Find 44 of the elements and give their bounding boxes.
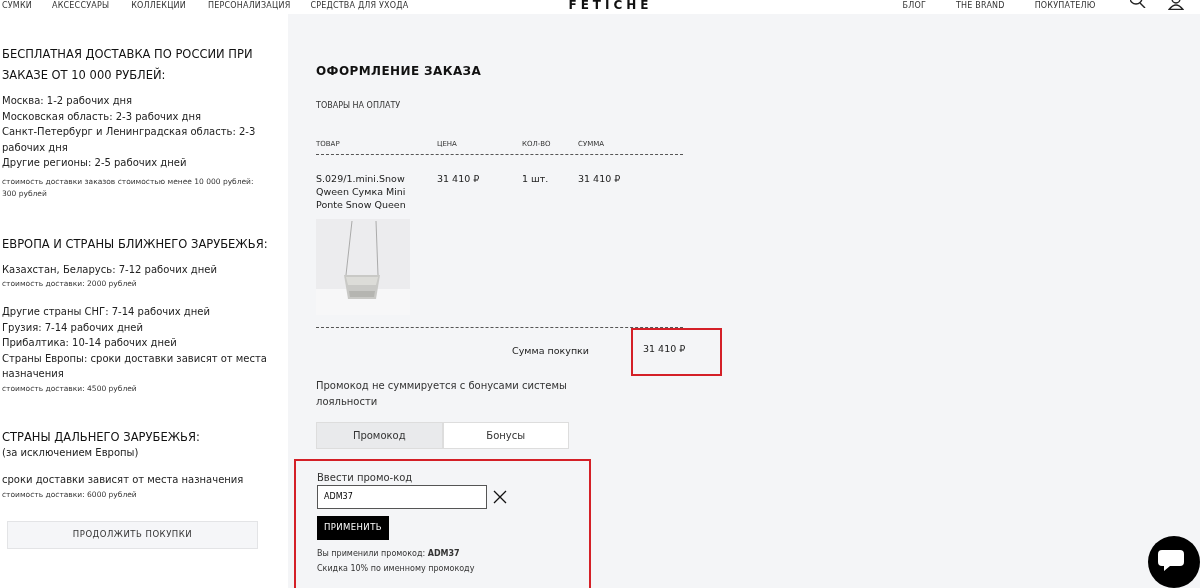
nav-link[interactable]: БЛОГ <box>902 1 926 11</box>
quantity-cell-text: 1 шт. <box>522 171 550 186</box>
tab[interactable]: Бонусы <box>442 421 569 449</box>
field-label: Ввести промо-код <box>317 470 414 485</box>
delivery-term: Казахстан, Беларусь: 7-12 рабочих дней <box>2 262 218 277</box>
discount-message: Скидка 10% по именному промокоду <box>317 562 476 575</box>
section-heading: СТРАНЫ ДАЛЬНЕГО ЗАРУБЕЖЬЯ: <box>2 428 201 446</box>
promo-code-field[interactable]: ADM37 <box>317 484 487 509</box>
nav-link[interactable]: СУМКИ <box>2 1 33 11</box>
apply-button[interactable]: ПРИМЕНИТЬ <box>317 515 389 540</box>
tab[interactable]: Промокод <box>316 421 443 449</box>
nav-link[interactable]: THE BRAND <box>956 1 1005 11</box>
delivery-term: Санкт-Петербург и Ленинградская область: 2-3 рабочих дня <box>2 125 257 155</box>
section-heading: БЕСПЛАТНАЯ ДОСТАВКА ПО РОССИИ ПРИ ЗАКАЗЕ ОТ 10 000 РУБЛЕЙ: <box>2 46 254 84</box>
chat-icon[interactable] <box>1148 536 1200 588</box>
section-subheading: (за исключением Европы) <box>2 445 140 460</box>
nav-link[interactable]: ПОКУПАТЕЛЮ <box>1034 1 1096 11</box>
user-icon[interactable] <box>1167 0 1184 10</box>
page-title: ОФОРМЛЕНИЕ ЗАКАЗА <box>316 63 483 80</box>
delivery-term: Другие регионы: 2-5 рабочих дней <box>2 156 188 170</box>
promo-note: Промокод не суммируется с бонусами системы лояльности <box>316 378 568 409</box>
delivery-term: Другие страны СНГ: 7-14 рабочих дней <box>2 305 211 319</box>
delivery-term: сроки доставки зависят от места назначения <box>2 473 245 487</box>
total-value: 31 410 ₽ <box>643 342 686 354</box>
nav-link[interactable]: ПЕРСОНАЛИЗАЦИЯ <box>207 1 291 11</box>
sum-cell-text: 31 410 ₽ <box>578 171 621 186</box>
nav-link[interactable]: АКСЕССУАРЫ <box>52 1 110 11</box>
delivery-term: Страны Европы: сроки доставки зависят от места назначения <box>2 351 268 381</box>
product-name: S.029/1.mini.Snow Qween Сумка Mini Ponte Snow Queen <box>316 171 407 211</box>
logo[interactable]: FETICHE <box>568 0 653 10</box>
close-icon[interactable] <box>493 489 507 504</box>
delivery-term: Грузия: 7-14 рабочих дней <box>2 320 144 335</box>
delivery-term: Московская область: 2-3 рабочих дня <box>2 109 202 124</box>
applied-message: Вы применили промокод: ADM37 <box>317 547 461 560</box>
nav-link[interactable]: КОЛЛЕКЦИИ <box>131 1 186 11</box>
price-cell-text: 31 410 ₽ <box>437 171 481 186</box>
continue-shopping-button[interactable]: ПРОДОЛЖИТЬ ПОКУПКИ <box>7 520 258 549</box>
delivery-term: Москва: 1-2 рабочих дня <box>2 94 134 108</box>
total-label: Сумма покупки <box>512 343 589 358</box>
section-title: ТОВАРЫ НА ОПЛАТУ <box>316 100 402 112</box>
search-icon[interactable] <box>1129 0 1146 8</box>
nav-link[interactable]: СРЕДСТВА ДЛЯ УХОДА <box>310 1 409 11</box>
section-heading: ЕВРОПА И СТРАНЫ БЛИЖНЕГО ЗАРУБЕЖЬЯ: <box>2 235 269 253</box>
delivery-term: Прибалтика: 10-14 рабочих дней <box>2 336 178 350</box>
